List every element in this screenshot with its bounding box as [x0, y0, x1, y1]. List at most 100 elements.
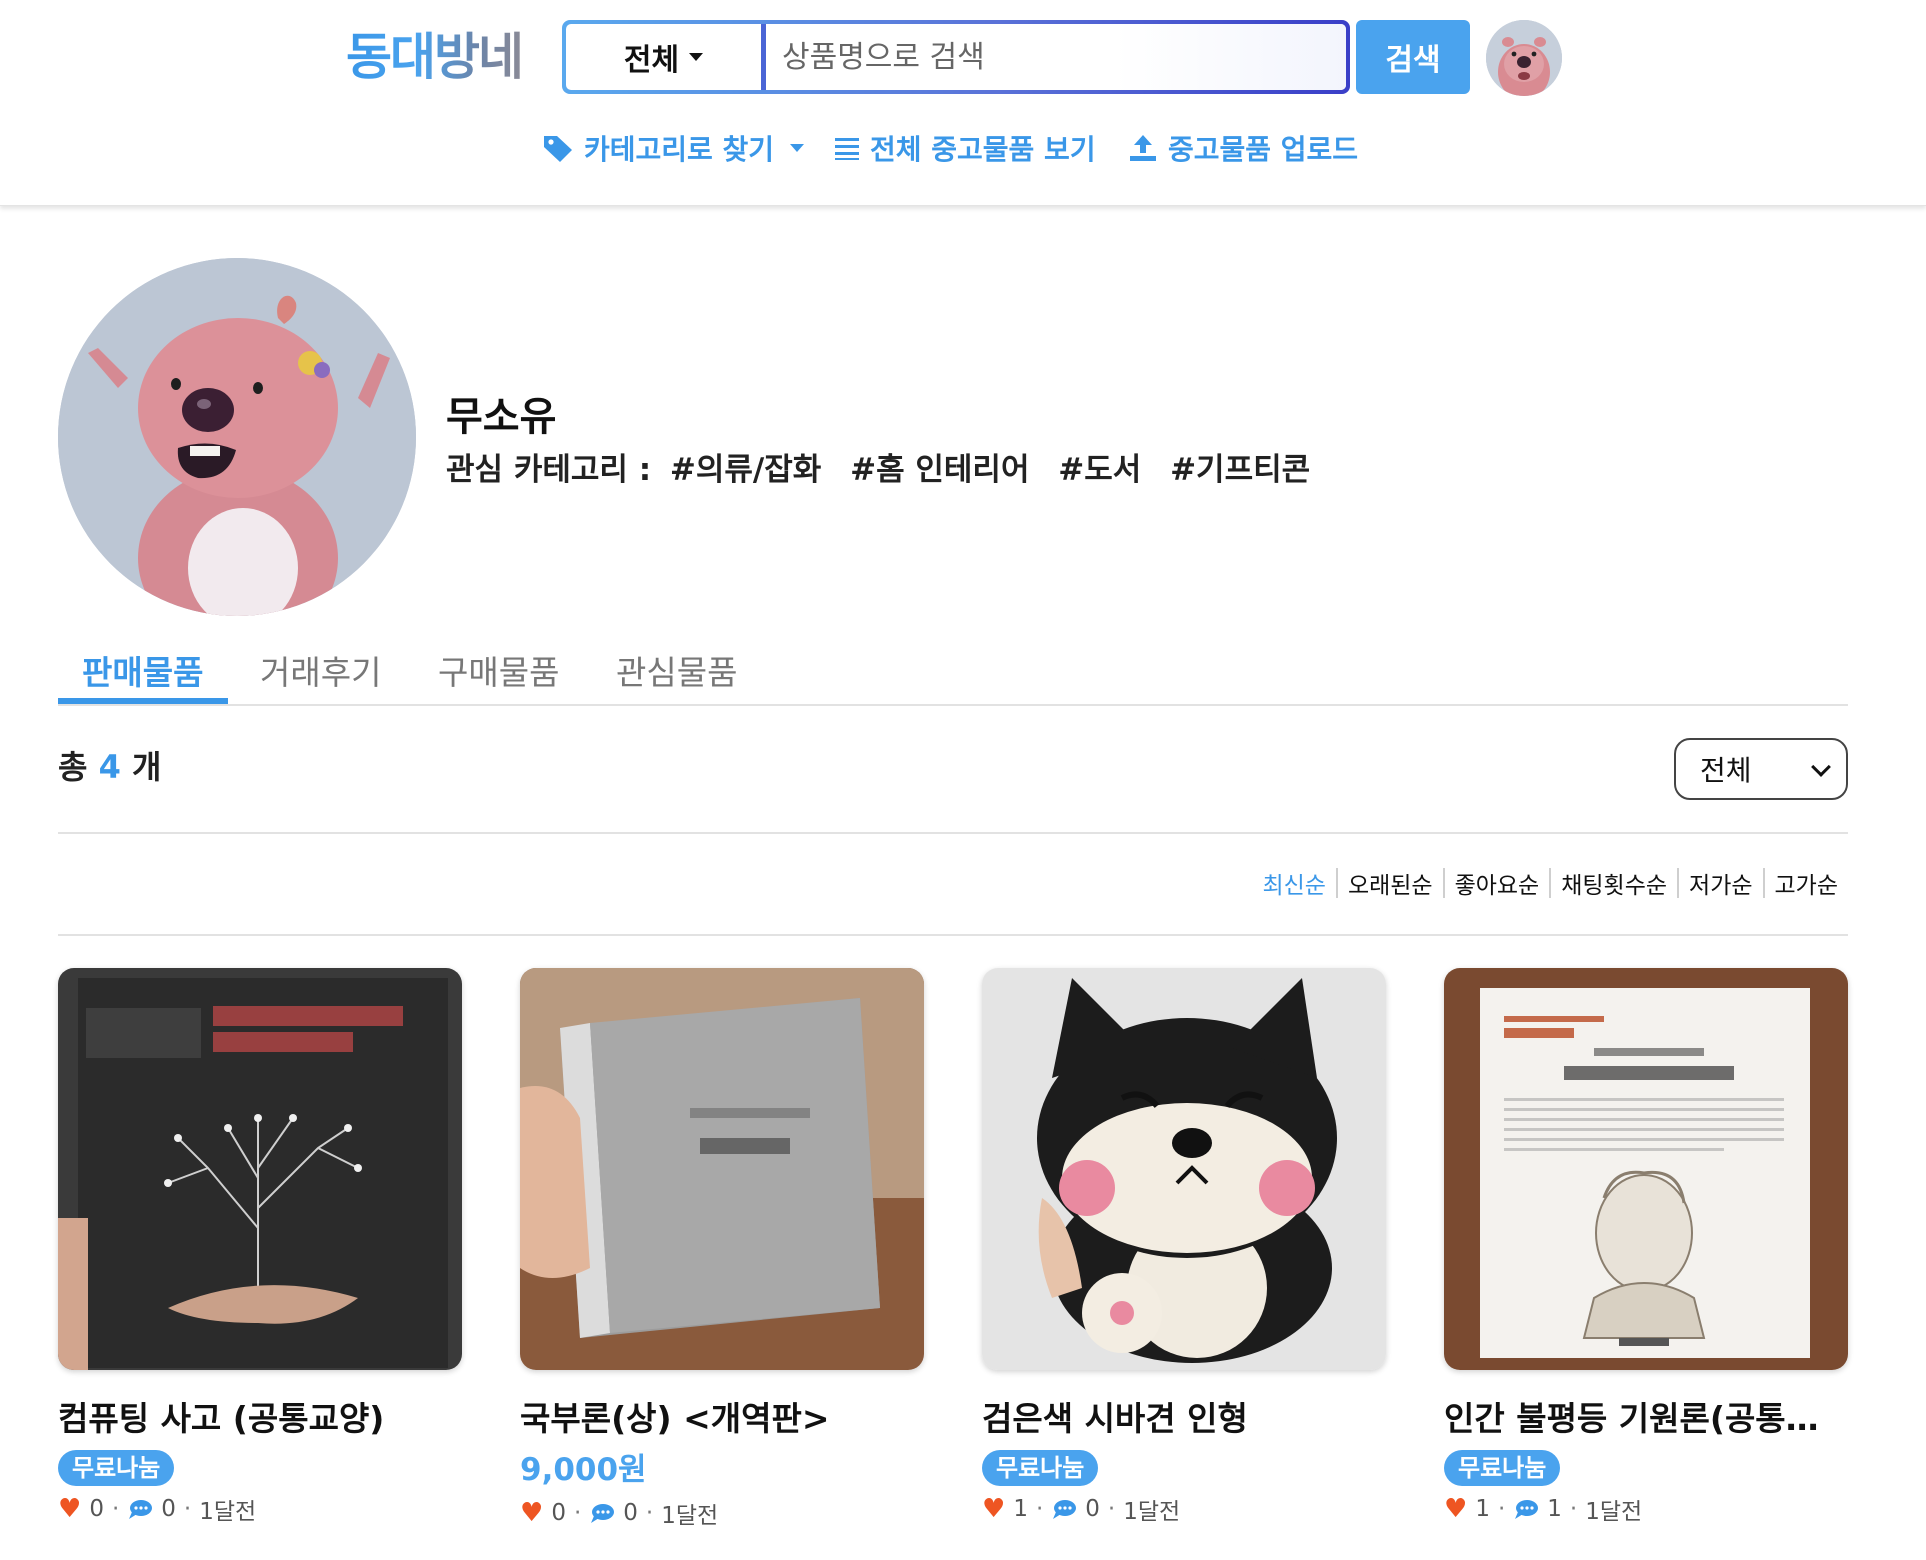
chevron-down-icon	[1811, 757, 1831, 777]
divider	[58, 934, 1848, 936]
product-thumbnail	[982, 968, 1386, 1370]
product-stats: ♥ 1 · 0 · 1달전	[982, 1492, 1386, 1526]
shiba-plush-image	[982, 968, 1386, 1370]
filter-value: 전체	[1700, 754, 1752, 787]
search-bar: 전체	[562, 20, 1350, 94]
separator-dot: ·	[111, 1496, 120, 1522]
count-number: 4	[98, 748, 121, 786]
chat-count: 0	[161, 1496, 176, 1522]
search-button[interactable]: 검색	[1356, 20, 1470, 94]
free-share-badge: 무료나눔	[1444, 1450, 1561, 1486]
separator-dot: ·	[1569, 1496, 1578, 1522]
product-stats: ♥ 1 · 1 · 1달전	[1444, 1492, 1848, 1526]
product-title: 국부론(상) <개역판>	[520, 1399, 830, 1438]
profile-username: 무소유	[446, 394, 557, 440]
nav-category-label: 카테고리로 찾기	[584, 133, 775, 166]
sort-likes[interactable]: 좋아요순	[1445, 866, 1550, 900]
free-share-badge: 무료나눔	[58, 1450, 175, 1486]
search-category-dropdown[interactable]: 전체	[566, 24, 766, 90]
interest-tag: #기프티콘	[1170, 452, 1311, 488]
posted-time: 1달전	[1123, 1499, 1181, 1525]
profile-avatar	[58, 258, 416, 616]
product-stats: ♥ 0 · 0 · 1달전	[58, 1492, 462, 1526]
product-thumbnail	[520, 968, 924, 1370]
search-category-label: 전체	[623, 43, 680, 78]
product-card[interactable]: 인간 불평등 기원론(공통교양) 무료나눔 ♥ 1 · 1 · 1달전	[1444, 968, 1848, 1526]
beaver-character-image	[58, 258, 416, 616]
product-title: 검은색 시바견 인형	[982, 1399, 1248, 1438]
caret-down-icon	[790, 144, 805, 152]
product-card[interactable]: 국부론(상) <개역판> 9,000원 ♥ 0 · 0 · 1달전	[520, 968, 924, 1530]
beaver-avatar-icon	[1486, 20, 1562, 96]
product-card[interactable]: 검은색 시바견 인형 무료나눔 ♥ 1 · 0 · 1달전	[982, 968, 1386, 1526]
separator-dot: ·	[645, 1500, 654, 1526]
site-logo[interactable]: 동대방네	[346, 26, 524, 88]
nav-all-items-label: 전체 중고물품 보기	[870, 133, 1096, 166]
sort-chats[interactable]: 채팅횟수순	[1551, 866, 1677, 900]
count-prefix: 총	[58, 748, 88, 786]
book-cover-image	[58, 968, 462, 1370]
product-price: 9,000원	[520, 1452, 647, 1488]
nav-category-search[interactable]: 카테고리로 찾기	[542, 126, 805, 170]
free-share-badge: 무료나눔	[982, 1450, 1099, 1486]
user-avatar[interactable]	[1486, 20, 1562, 96]
nav-upload[interactable]: 중고물품 업로드	[1128, 126, 1358, 170]
sort-oldest[interactable]: 오래된순	[1338, 866, 1443, 900]
search-inner: 전체	[566, 24, 1346, 90]
divider	[58, 832, 1848, 834]
posted-time: 1달전	[661, 1503, 719, 1529]
separator-dot: ·	[1035, 1496, 1044, 1522]
book-photo-image	[520, 968, 924, 1370]
count-suffix: 개	[132, 748, 162, 786]
chat-bubble-icon	[129, 1500, 153, 1519]
sort-newest[interactable]: 최신순	[1252, 866, 1335, 900]
heart-icon: ♥	[982, 1494, 1006, 1524]
product-title: 컴퓨팅 사고 (공통교양)	[58, 1399, 385, 1438]
tab-reviews[interactable]: 거래후기	[260, 646, 381, 694]
active-tab-indicator	[58, 698, 228, 704]
caret-down-icon	[689, 53, 704, 61]
separator-dot: ·	[573, 1500, 582, 1526]
chat-count: 1	[1547, 1496, 1562, 1522]
heart-icon: ♥	[58, 1494, 82, 1524]
product-thumbnail	[1444, 968, 1848, 1370]
upload-icon	[1130, 135, 1156, 161]
interest-tag: #홈 인테리어	[850, 452, 1030, 488]
tag-icon	[544, 136, 572, 162]
book-cover-image	[1444, 968, 1848, 1370]
separator-dot: ·	[1497, 1496, 1506, 1522]
heart-icon: ♥	[520, 1498, 544, 1528]
profile-tabs: 판매물품 거래후기 구매물품 관심물품	[58, 640, 1848, 706]
heart-icon: ♥	[1444, 1494, 1468, 1524]
like-count: 1	[1475, 1496, 1490, 1522]
sort-low-price[interactable]: 저가순	[1679, 866, 1762, 900]
interest-tag: #도서	[1058, 452, 1142, 488]
item-count: 총 4 개	[58, 742, 161, 788]
like-count: 0	[89, 1496, 104, 1522]
tab-purchased[interactable]: 구매물품	[438, 646, 559, 694]
sort-high-price[interactable]: 고가순	[1765, 866, 1848, 900]
posted-time: 1달전	[1585, 1499, 1643, 1525]
profile-interest-categories: 관심 카테고리 : #의류/잡화 #홈 인테리어 #도서 #기프티콘	[446, 444, 1310, 489]
tab-wishlist[interactable]: 관심물품	[616, 646, 737, 694]
product-title: 인간 불평등 기원론(공통교양)	[1444, 1399, 1848, 1438]
chat-count: 0	[623, 1500, 638, 1526]
separator-dot: ·	[183, 1496, 192, 1522]
separator-dot: ·	[1107, 1496, 1116, 1522]
interest-label: 관심 카테고리 :	[446, 452, 652, 488]
product-stats: ♥ 0 · 0 · 1달전	[520, 1496, 924, 1530]
chat-bubble-icon	[1053, 1500, 1077, 1519]
list-icon	[835, 138, 859, 160]
status-filter-select[interactable]: 전체	[1674, 738, 1848, 800]
chat-count: 0	[1085, 1496, 1100, 1522]
chat-bubble-icon	[1515, 1500, 1539, 1519]
search-input[interactable]	[766, 24, 1346, 90]
top-header: 동대방네 전체 검색 카테고리로 찾기	[0, 0, 1926, 206]
product-thumbnail	[58, 968, 462, 1370]
tab-selling[interactable]: 판매물품	[82, 646, 203, 694]
posted-time: 1달전	[199, 1499, 257, 1525]
like-count: 1	[1013, 1496, 1028, 1522]
nav-all-items[interactable]: 전체 중고물품 보기	[834, 126, 1096, 170]
product-card[interactable]: 컴퓨팅 사고 (공통교양) 무료나눔 ♥ 0 · 0 · 1달전	[58, 968, 462, 1526]
chat-bubble-icon	[591, 1504, 615, 1523]
